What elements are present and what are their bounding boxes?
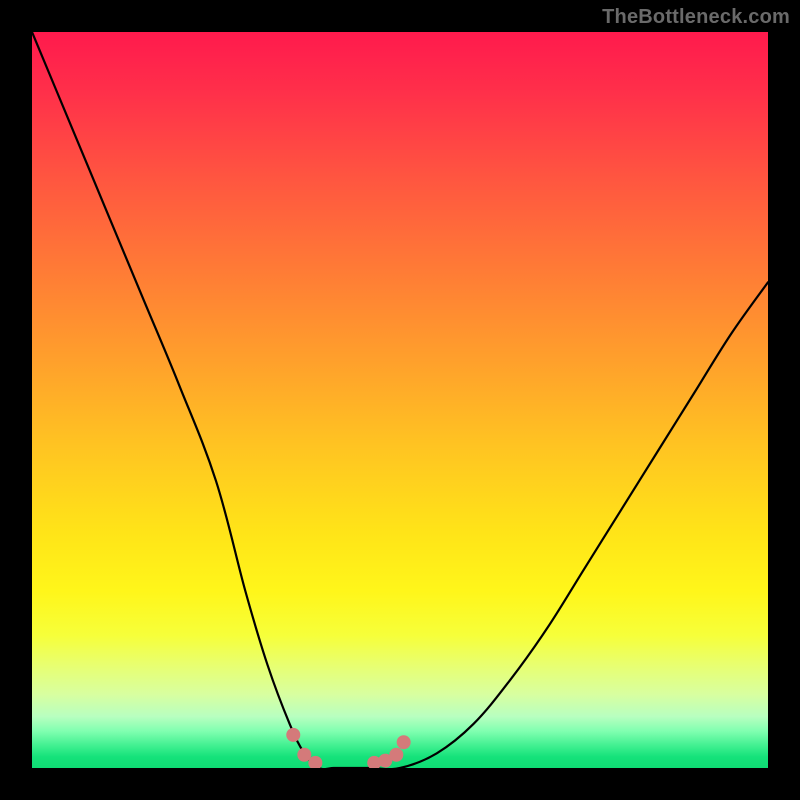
trough-marker — [397, 735, 411, 749]
curve-layer — [32, 32, 768, 768]
trough-markers — [286, 728, 410, 768]
trough-marker — [389, 748, 403, 762]
bottleneck-curve — [32, 32, 768, 768]
chart-frame: TheBottleneck.com — [0, 0, 800, 800]
plot-area — [32, 32, 768, 768]
watermark-text: TheBottleneck.com — [602, 6, 790, 29]
trough-marker — [286, 728, 300, 742]
